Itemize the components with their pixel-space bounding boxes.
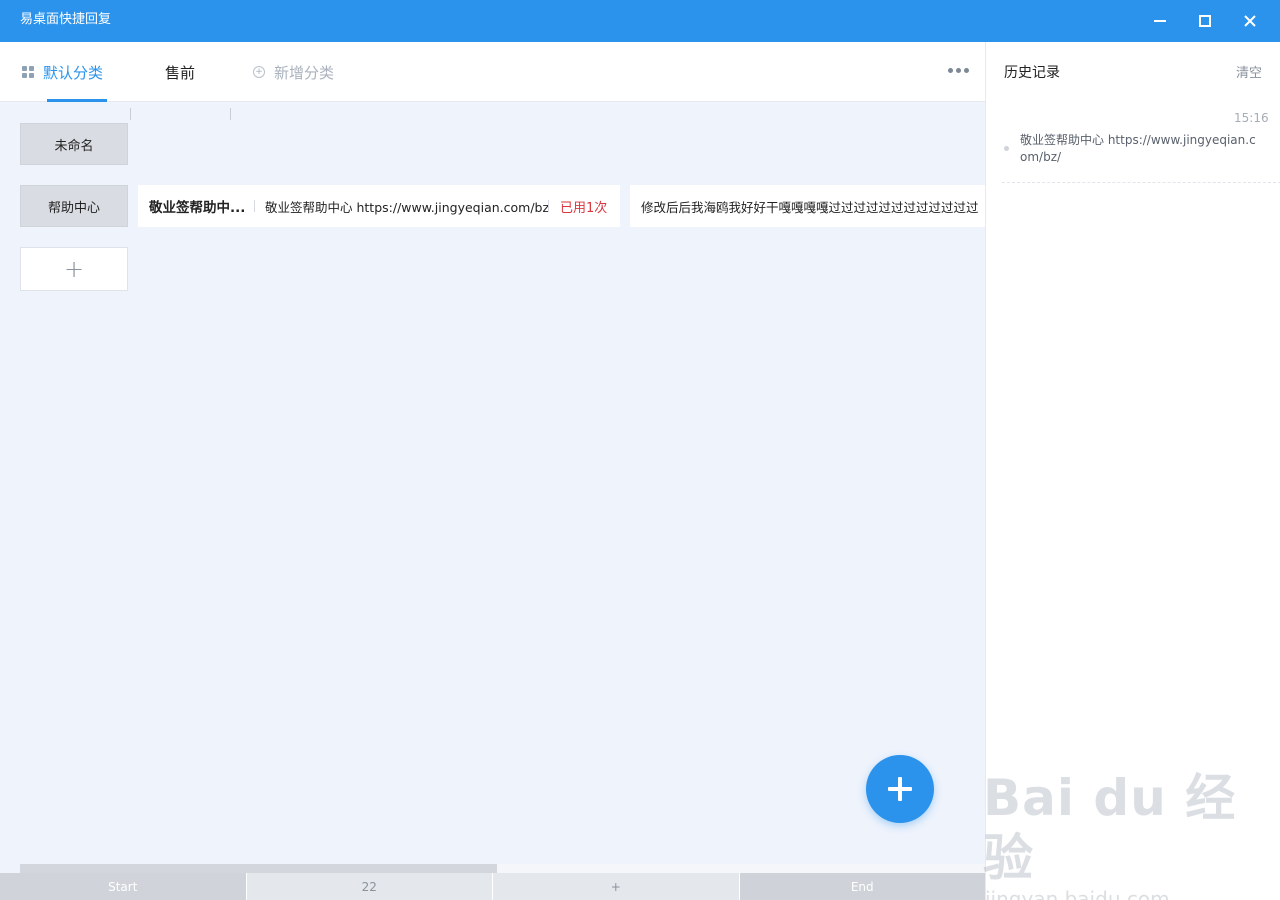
window-title: 易桌面快捷回复 — [20, 12, 112, 27]
dot-icon — [948, 68, 953, 73]
tab-label: 默认分类 — [43, 63, 104, 82]
plus-icon — [898, 777, 902, 801]
close-button[interactable] — [1227, 0, 1272, 42]
reply-title: 敬业签帮助中... — [149, 200, 246, 216]
category-unnamed[interactable]: 未命名 — [20, 123, 128, 165]
active-tab-indicator — [47, 99, 107, 102]
maximize-button[interactable] — [1182, 0, 1227, 42]
scrollbar-thumb[interactable] — [20, 864, 497, 873]
dot-icon — [956, 68, 961, 73]
history-title: 历史记录 — [1004, 65, 1060, 81]
tab-label: 新增分类 — [274, 63, 335, 82]
reply-card[interactable]: 敬业签帮助中... 敬业签帮助中心 https://www.jingyeqian… — [138, 185, 620, 227]
divider — [1002, 182, 1280, 183]
plus-circle-icon: + — [253, 66, 265, 78]
add-reply-button[interactable] — [866, 755, 934, 823]
nav-add-button[interactable]: + — [493, 873, 740, 900]
bullet-icon — [1004, 146, 1009, 151]
tab-add-category[interactable]: + 新增分类 — [253, 42, 334, 102]
history-time: 15:16 — [1234, 111, 1269, 125]
reply-content: 敬业签帮助中心 https://www.jingyeqian.com/bz/ — [265, 199, 548, 215]
history-panel: 历史记录 清空 15:16 敬业签帮助中心 https://www.jingye… — [985, 42, 1280, 900]
usage-count: 已用1次 — [560, 200, 608, 216]
grid-icon — [22, 66, 34, 78]
tab-divider — [130, 108, 131, 120]
category-help-center[interactable]: 帮助中心 — [20, 185, 128, 227]
history-item[interactable]: 敬业签帮助中心 https://www.jingyeqian.com/bz/ — [1020, 132, 1260, 166]
nav-end-button[interactable]: End — [739, 873, 985, 900]
more-options-button[interactable] — [948, 68, 969, 73]
tab-bar: 默认分类 售前 + 新增分类 — [0, 42, 985, 102]
dot-icon — [964, 68, 969, 73]
reply-content: 修改后后我海鸥我好好干嘎嘎嘎嘎过过过过过过过过过过过过 — [641, 199, 979, 215]
tab-default-category[interactable]: 默认分类 — [22, 42, 103, 102]
tab-presale[interactable]: 售前 — [165, 42, 195, 102]
add-category-button[interactable]: + — [20, 247, 128, 291]
title-bar: 易桌面快捷回复 — [0, 0, 1280, 42]
tab-label: 售前 — [165, 63, 196, 82]
nav-page-button[interactable]: 22 — [246, 873, 493, 900]
reply-card[interactable]: 修改后后我海鸥我好好干嘎嘎嘎嘎过过过过过过过过过过过过 — [630, 185, 985, 227]
clear-history-button[interactable]: 清空 — [1236, 62, 1262, 81]
close-icon — [1243, 15, 1256, 27]
maximize-icon — [1198, 15, 1211, 27]
nav-start-button[interactable]: Start — [0, 873, 247, 900]
minimize-icon — [1153, 20, 1166, 22]
minimize-button[interactable] — [1137, 0, 1182, 42]
tab-divider — [230, 108, 231, 120]
bottom-nav: Start 22 + End — [0, 873, 985, 900]
main-panel: 默认分类 售前 + 新增分类 未命名 帮助中心 + 敬业签帮助中... 敬业签帮… — [0, 42, 985, 900]
